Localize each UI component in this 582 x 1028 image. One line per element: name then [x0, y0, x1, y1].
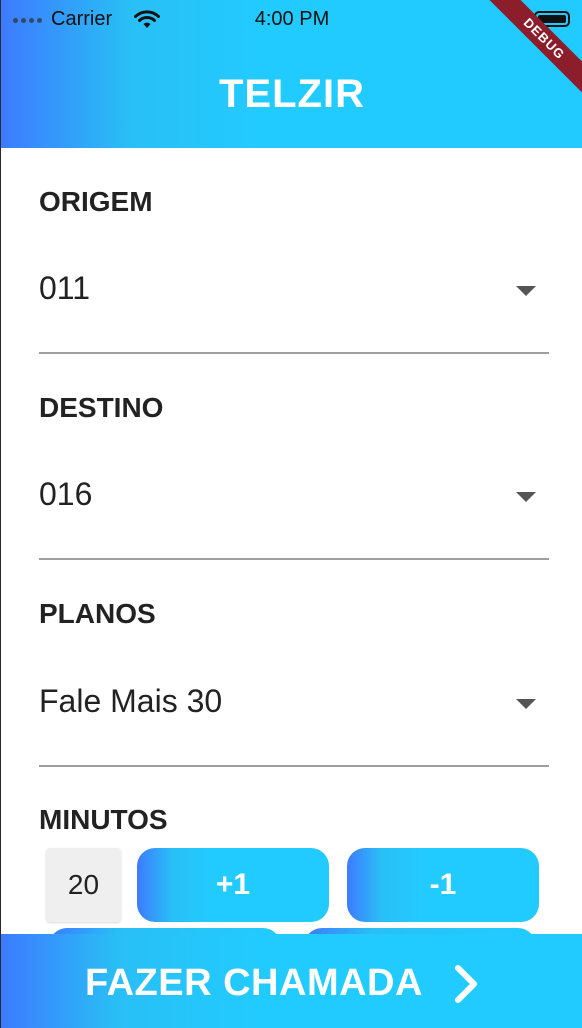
app-screen: Carrier 4:00 PM TELZIR DEBUG ORIGEM 011 …: [0, 0, 582, 1028]
app-title: TELZIR: [219, 72, 365, 116]
decrement-minutes-button[interactable]: -1: [347, 848, 539, 922]
origem-dropdown[interactable]: 011: [39, 242, 549, 354]
planos-value: Fale Mais 30: [39, 683, 223, 719]
destino-dropdown[interactable]: 016: [39, 448, 549, 560]
dropdown-arrow-icon: [516, 286, 536, 296]
planos-label: PLANOS: [39, 598, 156, 629]
destino-value: 016: [39, 476, 93, 512]
make-call-label: FAZER CHAMADA: [85, 962, 423, 1004]
make-call-button[interactable]: FAZER CHAMADA: [1, 934, 582, 1028]
minutos-label: MINUTOS: [39, 804, 168, 835]
chevron-right-icon: [453, 964, 479, 1009]
minutes-value-field[interactable]: 20: [46, 848, 121, 922]
planos-dropdown[interactable]: Fale Mais 30: [39, 655, 549, 767]
destino-label: DESTINO: [39, 392, 164, 423]
origem-label: ORIGEM: [39, 186, 153, 217]
origem-value: 011: [39, 270, 91, 306]
dropdown-arrow-icon: [516, 699, 536, 709]
app-bar: Carrier 4:00 PM TELZIR: [1, 0, 582, 148]
increment-minutes-button[interactable]: +1: [137, 848, 329, 922]
status-bar: Carrier 4:00 PM: [1, 0, 582, 40]
status-time: 4:00 PM: [254, 8, 330, 30]
dropdown-arrow-icon: [516, 492, 536, 502]
battery-icon: [534, 11, 570, 27]
